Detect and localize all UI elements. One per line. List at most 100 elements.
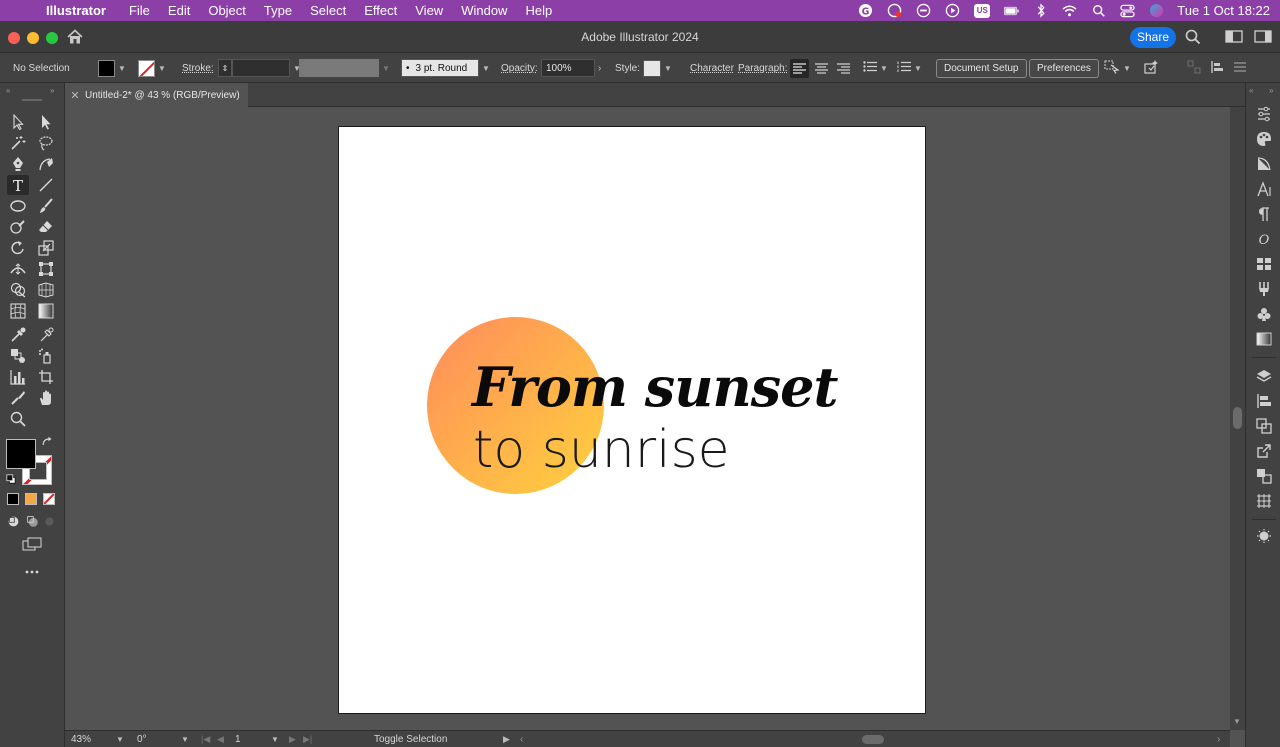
menu-edit[interactable]: Edit <box>159 0 199 21</box>
play-icon[interactable] <box>945 3 960 18</box>
battery-icon[interactable] <box>1004 3 1019 18</box>
swatches-panel-icon[interactable] <box>1254 254 1274 274</box>
rotate-tool-icon[interactable] <box>7 238 29 258</box>
next-artboard-icon[interactable]: ▶ <box>289 731 296 747</box>
creative-cloud-icon[interactable] <box>887 3 902 18</box>
dnd-icon[interactable] <box>916 3 931 18</box>
opacity-field[interactable]: 100% <box>541 59 595 77</box>
stroke-label[interactable]: Stroke: <box>182 53 214 83</box>
artboard-tool-icon[interactable] <box>35 367 57 387</box>
artboard[interactable]: From sunset to sunrise <box>338 126 926 714</box>
gradient-mode-button[interactable] <box>25 493 37 505</box>
gradient-panel-icon[interactable] <box>1254 329 1274 349</box>
magic-wand-tool-icon[interactable] <box>7 133 29 153</box>
document-tab[interactable]: ✕ Untitled-2* @ 43 % (RGB/Preview) <box>65 83 248 107</box>
fill-swatch[interactable] <box>98 59 115 77</box>
change-screen-mode-icon[interactable] <box>21 534 43 554</box>
perspective-grid-tool-icon[interactable] <box>35 280 57 300</box>
symbol-sprayer-tool-icon[interactable] <box>35 346 57 366</box>
menu-clock[interactable]: Tue 1 Oct 18:22 <box>1177 3 1270 18</box>
hand-tool-icon[interactable] <box>35 388 57 408</box>
ellipse-tool-icon[interactable] <box>7 196 29 216</box>
zoom-tool-icon[interactable] <box>7 409 29 429</box>
fill-color-box[interactable] <box>6 439 36 469</box>
menu-help[interactable]: Help <box>516 0 561 21</box>
siri-icon[interactable] <box>1149 3 1164 18</box>
color-guide-panel-icon[interactable] <box>1254 154 1274 174</box>
scroll-down-icon[interactable]: ▼ <box>1233 717 1241 726</box>
style-dropdown-icon[interactable]: ▼ <box>664 64 672 73</box>
draw-inside-icon[interactable] <box>41 513 57 529</box>
graphic-style-swatch[interactable] <box>643 59 661 77</box>
eyedropper-tool-icon[interactable] <box>7 325 29 345</box>
direct-selection-tool-icon[interactable] <box>35 112 57 132</box>
variable-width-profile[interactable] <box>299 59 379 77</box>
scale-tool-icon[interactable] <box>35 238 57 258</box>
bullets-icon[interactable] <box>863 61 877 75</box>
none-mode-button[interactable] <box>43 493 55 505</box>
zoom-dropdown-icon[interactable]: ▼ <box>116 731 124 747</box>
expand-panels-icon[interactable]: « <box>1249 86 1253 95</box>
mesh-tool-icon[interactable] <box>7 301 29 321</box>
selection-tool-icon[interactable] <box>7 112 29 132</box>
align-left-icon[interactable] <box>790 58 809 78</box>
column-graph-tool-icon[interactable] <box>7 367 29 387</box>
layers-panel-icon[interactable] <box>1254 366 1274 386</box>
paragraph-panel-link[interactable]: Paragraph: <box>738 53 787 83</box>
brushes-panel-icon[interactable] <box>1254 279 1274 299</box>
tools-grip[interactable] <box>22 99 42 101</box>
free-transform-tool-icon[interactable] <box>35 259 57 279</box>
zoom-level-field[interactable]: 43% <box>71 731 91 747</box>
select-similar-icon[interactable] <box>1104 60 1120 77</box>
tools-panel-close-icon[interactable]: » <box>50 86 54 95</box>
bullets-dropdown-icon[interactable]: ▼ <box>880 64 888 73</box>
align-panel-icon[interactable] <box>1254 391 1274 411</box>
gradient-tool-icon[interactable] <box>35 301 57 321</box>
dock-close-icon[interactable]: » <box>1269 86 1273 95</box>
workspace-switcher-icon[interactable] <box>1254 29 1272 45</box>
artboard-dropdown-icon[interactable]: ▼ <box>271 731 279 747</box>
rotation-dropdown-icon[interactable]: ▼ <box>181 731 189 747</box>
curvature-tool-icon[interactable] <box>35 154 57 174</box>
menu-effect[interactable]: Effect <box>355 0 406 21</box>
lasso-tool-icon[interactable] <box>35 133 57 153</box>
pathfinder-panel-icon[interactable] <box>1254 416 1274 436</box>
line-segment-tool-icon[interactable] <box>35 175 57 195</box>
bluetooth-icon[interactable] <box>1033 3 1048 18</box>
brush-dropdown-icon[interactable]: ▼ <box>482 64 490 73</box>
menu-app-name[interactable]: Illustrator <box>46 0 120 21</box>
blend-tool-icon[interactable] <box>7 346 29 366</box>
pen-tool-icon[interactable] <box>7 154 29 174</box>
menu-file[interactable]: File <box>120 0 159 21</box>
control-center-icon[interactable] <box>1120 3 1135 18</box>
artboard-number-field[interactable]: 1 <box>235 731 241 747</box>
properties-panel-icon[interactable] <box>1254 104 1274 124</box>
symbols-panel-icon[interactable] <box>1254 304 1274 324</box>
align-right-icon[interactable] <box>834 59 853 78</box>
arrange-documents-icon[interactable] <box>1225 29 1243 45</box>
opentype-panel-icon[interactable]: O <box>1254 229 1274 249</box>
default-fill-stroke-icon[interactable] <box>4 472 18 486</box>
numbering-dropdown-icon[interactable]: ▼ <box>914 64 922 73</box>
width-tool-icon[interactable] <box>7 259 29 279</box>
menu-object[interactable]: Object <box>199 0 255 21</box>
horizontal-scroll-thumb[interactable] <box>862 735 884 744</box>
type-tool-icon[interactable]: T <box>7 175 29 195</box>
shape-builder-tool-icon[interactable] <box>7 280 29 300</box>
fill-dropdown-icon[interactable]: ▼ <box>118 64 126 73</box>
character-panel-link[interactable]: Character <box>690 53 734 83</box>
menu-type[interactable]: Type <box>255 0 301 21</box>
isolate-group-icon[interactable] <box>1187 60 1201 77</box>
rotation-field[interactable]: 0° <box>137 731 147 747</box>
shaper-tool-icon[interactable] <box>7 217 29 237</box>
slice-tool-icon[interactable] <box>7 388 29 408</box>
last-artboard-icon[interactable]: ▶| <box>303 731 312 747</box>
document-setup-button[interactable]: Document Setup <box>936 58 1027 78</box>
artboards-panel-icon[interactable] <box>1254 491 1274 511</box>
previous-artboard-icon[interactable]: ◀ <box>217 731 224 747</box>
brush-definition-field[interactable]: • 3 pt. Round <box>401 59 479 77</box>
vertical-scrollbar[interactable]: ▼ <box>1230 107 1245 730</box>
paragraph-panel-icon[interactable] <box>1254 204 1274 224</box>
opacity-label[interactable]: Opacity: <box>501 53 538 83</box>
profile-dropdown-icon[interactable]: ▼ <box>382 64 390 73</box>
